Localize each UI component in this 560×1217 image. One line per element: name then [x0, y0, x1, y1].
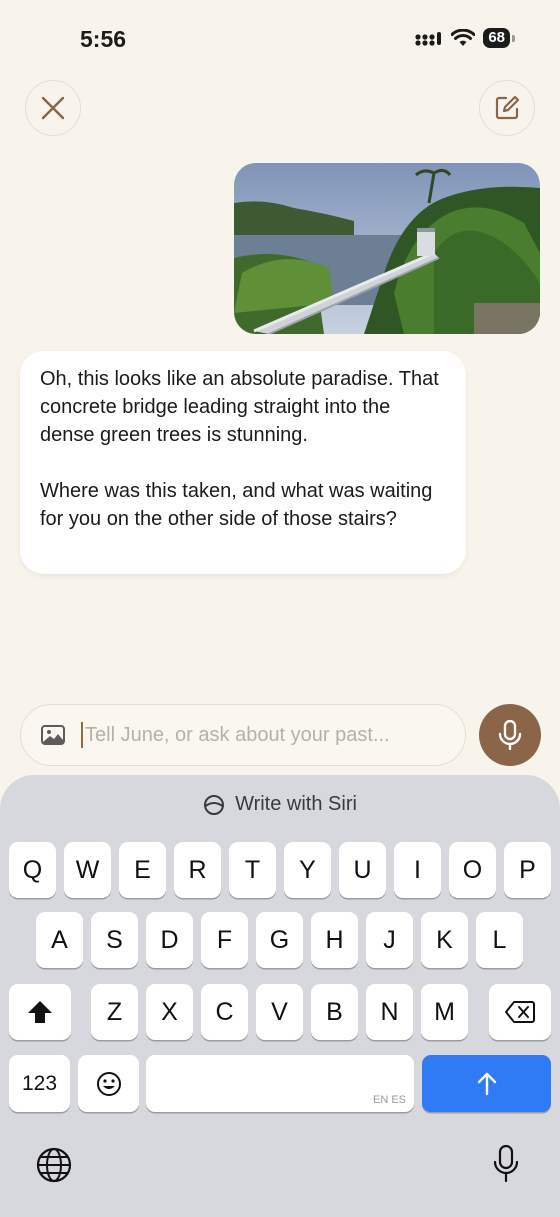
message-input[interactable]: [85, 723, 425, 747]
shift-icon: [28, 1001, 52, 1023]
space-key[interactable]: EN ES: [146, 1055, 414, 1112]
message-input-bar[interactable]: [20, 704, 466, 766]
key-l[interactable]: L: [476, 912, 523, 968]
numbers-key[interactable]: 123: [9, 1055, 70, 1112]
key-y[interactable]: Y: [284, 842, 331, 898]
dictation-key[interactable]: [493, 1145, 519, 1183]
voice-input-button[interactable]: [479, 704, 541, 766]
emoji-icon: [96, 1071, 121, 1096]
arrow-up-icon: [477, 1072, 496, 1095]
language-tag: EN ES: [372, 1094, 406, 1106]
key-e[interactable]: E: [119, 842, 166, 898]
key-t[interactable]: T: [229, 842, 276, 898]
send-key[interactable]: [422, 1055, 551, 1112]
shift-key[interactable]: [9, 984, 71, 1040]
backspace-key[interactable]: [489, 984, 551, 1040]
key-o[interactable]: O: [449, 842, 496, 898]
cellular-signal-icon: [415, 32, 442, 46]
key-g[interactable]: G: [256, 912, 303, 968]
apple-intelligence-icon: [204, 794, 225, 815]
compose-button[interactable]: [479, 80, 535, 136]
key-n[interactable]: N: [366, 984, 413, 1040]
shared-photo[interactable]: [234, 163, 540, 334]
key-w[interactable]: W: [64, 842, 111, 898]
close-button[interactable]: [25, 80, 81, 136]
bridge-photo-image: [234, 163, 540, 334]
emoji-key[interactable]: [78, 1055, 139, 1112]
battery-indicator: 68: [483, 28, 515, 48]
image-attach-icon[interactable]: [41, 725, 65, 745]
keyboard: Write with Siri Q W E R T Y U I O P A S …: [0, 775, 560, 1217]
key-s[interactable]: S: [91, 912, 138, 968]
key-j[interactable]: J: [366, 912, 413, 968]
key-k[interactable]: K: [421, 912, 468, 968]
write-with-siri[interactable]: Write with Siri: [0, 793, 560, 816]
microphone-icon: [498, 720, 522, 750]
message-paragraph-1: Oh, this looks like an absolute paradise…: [40, 368, 439, 446]
globe-key[interactable]: [36, 1147, 72, 1183]
status-time: 5:56: [80, 26, 127, 52]
key-b[interactable]: B: [311, 984, 358, 1040]
key-d[interactable]: D: [146, 912, 193, 968]
key-u[interactable]: U: [339, 842, 386, 898]
status-bar: 5:56 68: [0, 0, 560, 80]
key-x[interactable]: X: [146, 984, 193, 1040]
key-v[interactable]: V: [256, 984, 303, 1040]
dictation-microphone-icon: [493, 1145, 519, 1183]
key-p[interactable]: P: [504, 842, 551, 898]
key-m[interactable]: M: [421, 984, 468, 1040]
assistant-message-bubble: Oh, this looks like an absolute paradise…: [20, 351, 466, 574]
status-icons: 68: [415, 28, 515, 48]
key-z[interactable]: Z: [91, 984, 138, 1040]
key-f[interactable]: F: [201, 912, 248, 968]
key-c[interactable]: C: [201, 984, 248, 1040]
backspace-icon: [505, 1001, 535, 1023]
text-caret: [81, 722, 83, 748]
key-r[interactable]: R: [174, 842, 221, 898]
close-icon: [41, 96, 65, 120]
key-a[interactable]: A: [36, 912, 83, 968]
compose-icon: [495, 95, 520, 120]
wifi-icon: [451, 29, 476, 46]
globe-icon: [36, 1147, 72, 1183]
message-paragraph-2: Where was this taken, and what was waiti…: [40, 480, 433, 530]
key-q[interactable]: Q: [9, 842, 56, 898]
key-h[interactable]: H: [311, 912, 358, 968]
write-with-siri-label: Write with Siri: [235, 793, 357, 815]
key-i[interactable]: I: [394, 842, 441, 898]
